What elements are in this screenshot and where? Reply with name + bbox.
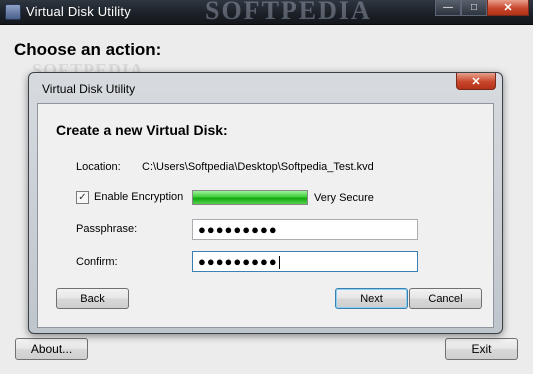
dialog-content: Create a new Virtual Disk: Location: C:\… <box>37 103 494 328</box>
about-button[interactable]: About... <box>15 338 88 360</box>
window-titlebar: Virtual Disk Utility SOFTPEDIA — □ ✕ <box>0 0 533 25</box>
strength-meter <box>192 190 308 205</box>
dialog-title: Virtual Disk Utility <box>42 82 136 96</box>
next-button[interactable]: Next <box>335 288 408 309</box>
app-disk-icon <box>5 4 21 20</box>
cancel-button[interactable]: Cancel <box>409 288 482 309</box>
exit-button[interactable]: Exit <box>445 338 518 360</box>
dialog-heading: Create a new Virtual Disk: <box>56 122 228 138</box>
encryption-label[interactable]: Enable Encryption <box>94 191 183 203</box>
window-title: Virtual Disk Utility <box>26 4 131 19</box>
dialog-close-button[interactable]: ✕ <box>456 73 496 90</box>
location-value: C:\Users\Softpedia\Desktop\Softpedia_Tes… <box>142 161 374 173</box>
strength-text: Very Secure <box>314 192 374 204</box>
confirm-label: Confirm: <box>76 256 118 268</box>
location-label: Location: <box>76 161 121 173</box>
page-title: Choose an action: <box>14 40 162 59</box>
watermark: SOFTPEDIA <box>205 0 372 25</box>
minimize-button[interactable]: — <box>435 0 461 16</box>
close-button[interactable]: ✕ <box>487 0 529 16</box>
back-button[interactable]: Back <box>56 288 129 309</box>
create-disk-dialog: Virtual Disk Utility ✕ Create a new Virt… <box>28 72 503 334</box>
strength-meter-fill <box>193 191 307 204</box>
passphrase-input[interactable]: ●●●●●●●●● <box>192 219 418 240</box>
maximize-button[interactable]: □ <box>461 0 487 16</box>
passphrase-label: Passphrase: <box>76 223 138 235</box>
confirm-input[interactable]: ●●●●●●●●● <box>192 251 418 272</box>
text-caret <box>278 256 280 270</box>
passphrase-value: ●●●●●●●●● <box>198 222 278 237</box>
encryption-checkbox[interactable]: ✓ <box>76 191 89 204</box>
checkmark-icon: ✓ <box>78 192 87 203</box>
confirm-value: ●●●●●●●●● <box>198 254 278 269</box>
